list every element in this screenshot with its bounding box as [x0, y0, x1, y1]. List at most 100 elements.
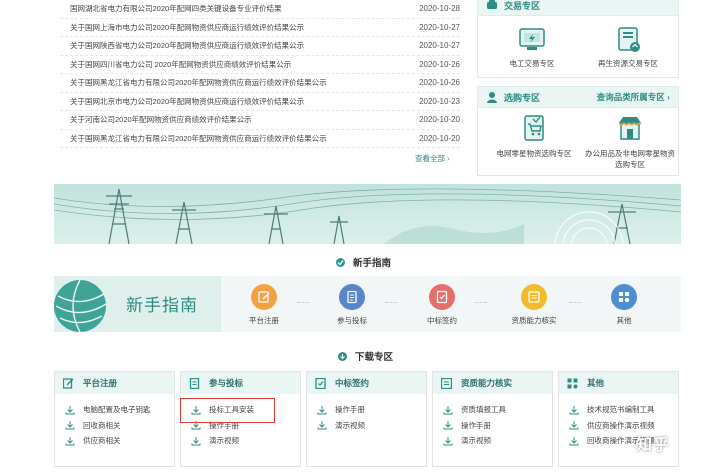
- highlight-annotation-box: [180, 398, 275, 423]
- notice-date: 2020-10-26: [419, 59, 460, 69]
- download-icon: [569, 436, 579, 446]
- notice-title[interactable]: 关于国网北京市电力公司2020年配网物资供应商运行绩效评价结果公示: [60, 96, 410, 107]
- trade-zone-body: 电工交易专区 再生资源交易专区: [477, 16, 679, 78]
- download-link[interactable]: 操作手册: [433, 418, 552, 434]
- download-col-header: 资质能力核实: [433, 372, 552, 394]
- guide-section-label: 新手指南: [353, 258, 392, 269]
- download-link[interactable]: 技术规范书编制工具: [559, 402, 678, 418]
- guide-step-label: 平台注册: [249, 316, 279, 325]
- download-icon: [191, 436, 201, 446]
- query-category-link[interactable]: 查询品类所属专区 ›: [597, 91, 678, 103]
- download-col-title: 其他: [587, 378, 605, 388]
- notice-title[interactable]: 关于河南公司2020年配网物资供应商绩效评价结果公示: [60, 114, 410, 125]
- trade-zone-item-electric[interactable]: 电工交易专区: [486, 26, 578, 69]
- store-icon: [618, 117, 642, 140]
- notice-title[interactable]: 关于国网四川省电力公司 2020年配网物资供应商绩效评价结果公示: [60, 59, 410, 70]
- download-col-header: 平台注册: [55, 372, 174, 394]
- notice-date: 2020-10-28: [419, 4, 460, 14]
- notice-date: 2020-10-27: [419, 22, 460, 32]
- download-icon: [65, 405, 75, 415]
- notice-title[interactable]: 国网湖北省电力有限公司2020年配网四类关键设备专业评价结果: [60, 3, 410, 14]
- notice-list: 国网湖北省电力有限公司2020年配网四类关键设备专业评价结果 2020-10-28…: [60, 0, 460, 148]
- grid-icon: [611, 284, 637, 310]
- guide-step-contract[interactable]: 中标签约: [407, 284, 477, 326]
- download-icon: [317, 405, 327, 415]
- notice-title[interactable]: 关于国网陕西省电力公司2020年配网物资供应商运行绩效评价结果公示: [60, 40, 410, 51]
- download-link-label[interactable]: 操作手册: [461, 420, 491, 431]
- download-link[interactable]: 演示视频: [433, 433, 552, 449]
- download-link[interactable]: 回收商相关: [55, 418, 174, 434]
- document-icon: [189, 377, 200, 389]
- notice-title[interactable]: 关于国网黑龙江省电力有限公司2020年配网物资供应商运行绩效评价结果公示: [60, 77, 410, 88]
- download-col-verify: 资质能力核实 资质填报工具 操作手册 演示视频: [432, 371, 553, 467]
- electric-trade-icon: [519, 28, 545, 50]
- download-link-label[interactable]: 供应商操作演示视频: [587, 420, 655, 431]
- download-col-register: 平台注册 电脑配置及电子钥匙 回收商相关 供应商相关: [54, 371, 175, 467]
- select-zone-item-grid[interactable]: 电网零星物资选购专区: [488, 114, 580, 159]
- step-separator: [475, 302, 487, 303]
- select-zone-title: 选购专区: [504, 92, 541, 103]
- trade-zone-title: 交易专区: [504, 0, 541, 11]
- transmission-tower-illustration: [54, 188, 681, 244]
- check-circle-icon: [336, 257, 345, 267]
- guide-step-label: 资质能力核实: [511, 316, 557, 325]
- download-link-label[interactable]: 回收商相关: [83, 420, 121, 431]
- guide-panel: 新手指南 平台注册 参与投标 中标签约 资质能力核实 其他: [54, 276, 681, 332]
- download-icon: [569, 405, 579, 415]
- notice-row[interactable]: 关于国网陕西省电力公司2020年配网物资供应商运行绩效评价结果公示 2020-10…: [60, 37, 460, 56]
- download-link-label[interactable]: 演示视频: [209, 435, 239, 446]
- notice-row[interactable]: 关于河南公司2020年配网物资供应商绩效评价结果公示 2020-10-20: [60, 111, 460, 130]
- download-link[interactable]: 供应商相关: [55, 433, 174, 449]
- download-link[interactable]: 资质填报工具: [433, 402, 552, 418]
- download-link[interactable]: 演示视频: [307, 418, 426, 434]
- notice-row[interactable]: 关于国网北京市电力公司2020年配网物资供应商运行绩效评价结果公示 2020-10…: [60, 93, 460, 111]
- guide-step-label: 中标签约: [427, 316, 457, 325]
- download-col-contract: 中标签约 操作手册 演示视频: [306, 371, 427, 467]
- guide-step-bid[interactable]: 参与投标: [317, 284, 387, 326]
- notice-row[interactable]: 关于国网四川省电力公司 2020年配网物资供应商绩效评价结果公示 2020-10-…: [60, 56, 460, 74]
- download-link-label[interactable]: 演示视频: [335, 420, 365, 431]
- notice-date: 2020-10-20: [419, 133, 460, 143]
- trade-zone-header: 交易专区: [477, 0, 679, 16]
- step-separator: [297, 302, 309, 303]
- select-zone-item-office[interactable]: 办公用品及非电网零星物资选购专区: [584, 114, 676, 170]
- notice-row[interactable]: 关于国网黑龙江省电力有限公司2020年配网物资供应商运行绩效评价结果公示 2020…: [60, 130, 460, 148]
- download-link[interactable]: 操作手册: [307, 402, 426, 418]
- notice-title[interactable]: 关于国网黑龙江省电力有限公司2020年配网物资供应商运行绩效评价结果公示: [60, 133, 410, 144]
- download-icon: [569, 420, 579, 430]
- guide-step-register[interactable]: 平台注册: [229, 284, 299, 326]
- download-link[interactable]: 演示视频: [181, 433, 300, 449]
- notice-date: 2020-10-26: [419, 78, 460, 88]
- shopping-cart-icon: [524, 115, 544, 141]
- download-col-title: 参与投标: [209, 378, 244, 388]
- grid-materials-label: 电网零星物资选购专区: [496, 149, 572, 158]
- download-link-label[interactable]: 资质填报工具: [461, 404, 506, 415]
- download-link[interactable]: 电脑配置及电子钥匙: [55, 402, 174, 418]
- download-col-title: 中标签约: [335, 378, 370, 388]
- guide-section-title: 新手指南: [336, 255, 391, 269]
- guide-step-label: 参与投标: [337, 316, 367, 325]
- download-link-label[interactable]: 供应商相关: [83, 435, 121, 446]
- step-separator: [569, 302, 581, 303]
- download-col-title: 资质能力核实: [461, 378, 513, 388]
- download-icon: [317, 420, 327, 430]
- download-section-label: 下载专区: [355, 352, 394, 363]
- notice-title[interactable]: 关于国网上海市电力公司2020年配网物资供应商运行绩效评价结果公示: [60, 22, 410, 33]
- download-col-header: 其他: [559, 372, 678, 394]
- download-link-label[interactable]: 演示视频: [461, 435, 491, 446]
- guide-step-other[interactable]: 其他: [589, 284, 659, 326]
- guide-step-label: 其他: [616, 316, 632, 325]
- download-icon: [443, 436, 453, 446]
- notice-row[interactable]: 国网湖北省电力有限公司2020年配网四类关键设备专业评价结果 2020-10-28: [60, 0, 460, 19]
- download-link-label[interactable]: 技术规范书编制工具: [587, 404, 655, 415]
- see-all-link[interactable]: 查看全部 ›: [415, 153, 450, 164]
- download-circle-icon: [338, 351, 347, 361]
- notice-row[interactable]: 关于国网黑龙江省电力有限公司2020年配网物资供应商运行绩效评价结果公示 2020…: [60, 74, 460, 93]
- notice-row[interactable]: 关于国网上海市电力公司2020年配网物资供应商运行绩效评价结果公示 2020-10…: [60, 19, 460, 37]
- guide-step-verify[interactable]: 资质能力核实: [499, 284, 569, 326]
- download-link-label[interactable]: 电脑配置及电子钥匙: [83, 404, 151, 415]
- user-icon: [486, 91, 498, 103]
- guide-brand-text: 新手指南: [126, 296, 198, 315]
- download-link-label[interactable]: 操作手册: [335, 404, 365, 415]
- trade-zone-item-recycle[interactable]: 再生资源交易专区: [582, 26, 674, 69]
